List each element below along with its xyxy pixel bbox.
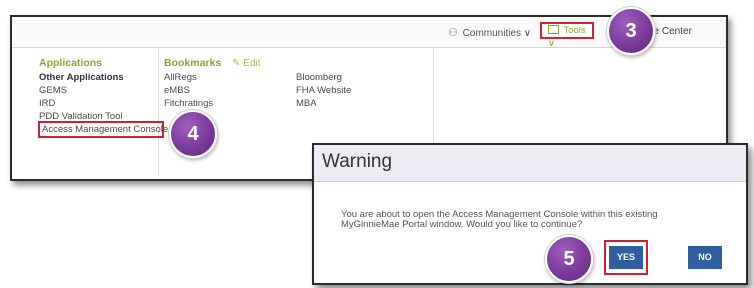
edit-label: Edit [243,58,261,69]
link-fitchratings[interactable]: Fitchratings [164,98,213,109]
dialog-message: You are about to open the Access Managem… [341,210,731,230]
link-bloomberg[interactable]: Bloomberg [296,72,342,83]
box-icon [548,25,559,34]
link-embs[interactable]: eMBS [164,85,190,96]
link-gems[interactable]: GEMS [39,85,67,96]
link-access-management-console[interactable]: Access Management Console [42,124,168,135]
edit-bookmarks-link[interactable]: ✎ Edit [232,58,260,69]
step-4-callout: 4 [169,110,217,158]
link-allregs[interactable]: AllRegs [164,72,197,83]
pencil-icon: ✎ [232,58,241,69]
step-5-callout: 5 [545,235,593,283]
communities-label: Communities ∨ [462,28,532,39]
step-3-callout: 3 [607,7,655,55]
warning-dialog: Warning You are about to open the Access… [312,143,748,285]
bookmarks-heading: Bookmarks ✎ Edit [164,57,261,69]
no-button[interactable]: NO [688,246,722,269]
people-icon: ⚇ [448,27,458,39]
communities-menu[interactable]: ⚇ Communities ∨ [448,26,531,39]
link-mba[interactable]: MBA [296,98,317,109]
link-ird[interactable]: IRD [39,98,55,109]
bookmarks-label: Bookmarks [164,57,222,69]
link-other-applications[interactable]: Other Applications [39,72,124,83]
dialog-header: Warning [314,145,746,182]
dialog-title: Warning [322,151,393,172]
dialog-message-line-2: MyGinnieMae Portal window. Would you lik… [341,219,583,230]
applications-heading: Applications [39,57,103,69]
yes-button[interactable]: YES [609,246,643,269]
link-fha-website[interactable]: FHA Website [296,85,351,96]
column-divider [158,48,159,176]
tools-menu-button[interactable]: Tools ∨ [540,22,594,49]
